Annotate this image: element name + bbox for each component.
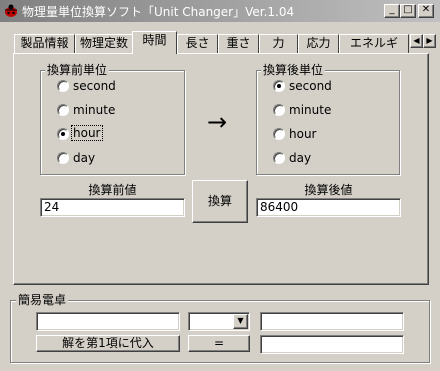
target-radio-second[interactable] [273, 80, 285, 92]
tab-physical-constants[interactable]: 物理定数 [75, 34, 133, 53]
output-value-field[interactable]: 86400 [256, 198, 401, 217]
conversion-arrow-icon: → [207, 108, 228, 136]
target-radio-hour[interactable] [273, 128, 285, 140]
tab-length[interactable]: 長さ [177, 34, 218, 53]
tab-weight[interactable]: 重さ [218, 34, 259, 53]
target-radio-label-second: second [289, 79, 332, 93]
tab-label: 物理定数 [79, 36, 128, 50]
chevron-right-icon: ▶ [426, 36, 433, 45]
maximize-button[interactable]: □ [400, 4, 416, 18]
result-field[interactable] [260, 335, 404, 354]
tab-label: エネルギ [349, 36, 398, 50]
input-value-field[interactable]: 24 [40, 198, 185, 217]
source-radio-label-day: day [73, 151, 96, 165]
tab-scroll-right-button[interactable]: ▶ [423, 34, 436, 48]
tab-scroll-left-button[interactable]: ◀ [410, 34, 423, 48]
target-radio-label-hour: hour [289, 127, 317, 141]
tab-label: 応力 [306, 36, 331, 50]
target-radio-label-minute: minute [289, 103, 332, 117]
chevron-left-icon: ◀ [413, 36, 420, 45]
tab-label: 重さ [226, 36, 251, 50]
tab-force[interactable]: 力 [259, 34, 298, 53]
maximize-icon: □ [403, 4, 413, 15]
radio-selected-dot [61, 132, 65, 136]
target-radio-label-day: day [289, 151, 312, 165]
source-radio-label-second: second [73, 79, 116, 93]
tab-label: 長さ [185, 36, 210, 50]
dropdown-button[interactable]: ▼ [233, 314, 248, 329]
input-value-label: 換算前値 [88, 183, 137, 197]
tab-stress[interactable]: 応力 [298, 34, 339, 53]
operand2-field[interactable] [260, 312, 404, 331]
source-radio-label-minute: minute [73, 103, 116, 117]
source-radio-second[interactable] [57, 80, 69, 92]
source-radio-hour[interactable] [57, 128, 69, 140]
app-icon [5, 4, 17, 17]
assign-result-button[interactable]: 解を第1項に代入 [36, 335, 180, 352]
equals-button[interactable]: = [188, 335, 250, 352]
tab-label: 製品情報 [20, 36, 69, 50]
operator-select[interactable]: ▼ [188, 312, 250, 331]
chevron-down-icon: ▼ [237, 316, 244, 325]
tab-time[interactable]: 時間 [132, 31, 177, 54]
close-button[interactable]: ✕ [418, 4, 434, 18]
source-radio-label-hour: hour [71, 125, 103, 141]
tab-energy[interactable]: エネルギ [339, 34, 409, 53]
operand1-field[interactable] [36, 312, 180, 331]
tab-product-info[interactable]: 製品情報 [14, 34, 75, 53]
target-unit-group-label: 換算後単位 [261, 63, 326, 77]
radio-selected-dot [277, 84, 281, 88]
tab-label: 力 [272, 36, 285, 50]
output-value-label: 換算後値 [304, 183, 353, 197]
close-icon: ✕ [421, 4, 431, 15]
target-radio-day[interactable] [273, 152, 285, 164]
minimize-icon: _ [389, 4, 395, 15]
target-radio-minute[interactable] [273, 104, 285, 116]
window-title: 物理量単位換算ソフト「Unit Changer」Ver.1.04 [22, 5, 295, 19]
minimize-button[interactable]: _ [384, 4, 400, 18]
source-radio-minute[interactable] [57, 104, 69, 116]
source-unit-group-label: 換算前単位 [45, 63, 110, 77]
calculator-group-label: 簡易電卓 [16, 293, 69, 307]
convert-button[interactable]: 換算 [192, 180, 248, 223]
source-radio-day[interactable] [57, 152, 69, 164]
tab-label: 時間 [142, 33, 167, 47]
